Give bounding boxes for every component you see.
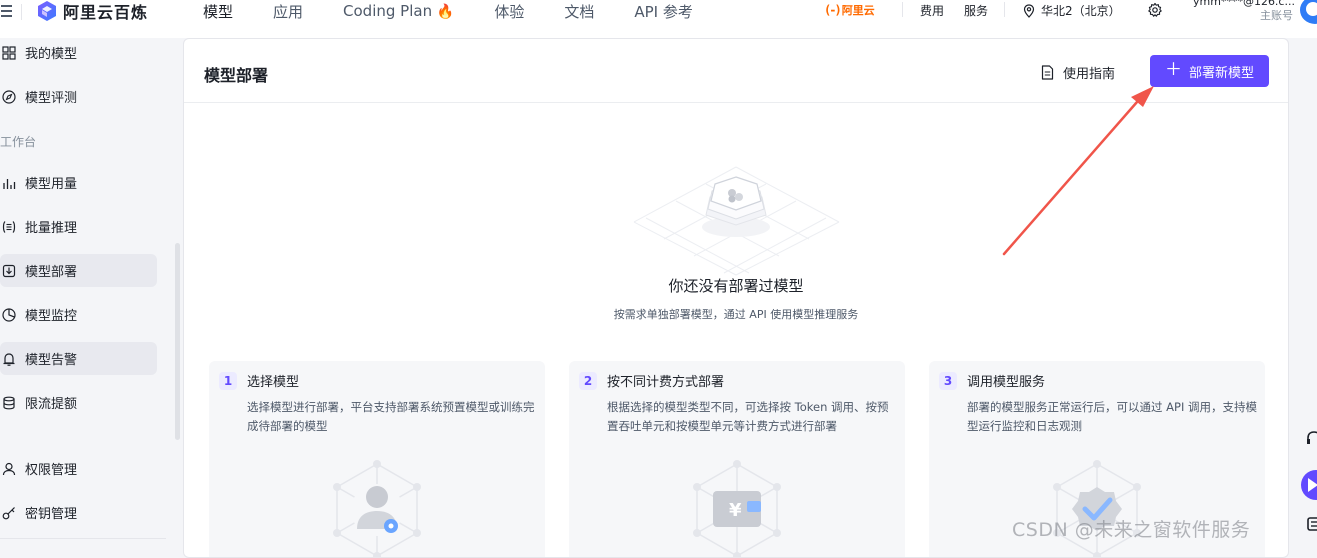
fire-icon: 🔥	[436, 4, 455, 20]
compass-icon	[2, 89, 16, 104]
avatar[interactable]	[1300, 0, 1317, 24]
deploy-card: 模型部署 使用指南 ＋ 部署新模型 你还没有部署过模型 按需求单独部署模型，通过…	[183, 38, 1289, 558]
step-description: 部署的模型服务正常运行后，可以通过 API 调用，支持模型运行监控和日志观测	[967, 400, 1258, 433]
step-header: 2 按不同计费方式部署	[579, 371, 724, 390]
step-number: 3	[939, 371, 957, 390]
sidebar-group-workbench: 工作台	[0, 135, 37, 149]
sidebar-item-key-management[interactable]: 密钥管理	[0, 496, 157, 529]
account-info[interactable]: ymm****@126.c... 主账号	[1193, 0, 1295, 23]
sidebar-item-label: 模型用量	[25, 177, 78, 192]
nav-tab-docs[interactable]: 文档	[564, 1, 594, 22]
sidebar-item-model-eval[interactable]: 模型评测	[0, 80, 157, 113]
sidebar-item-rate-limit[interactable]: 限流提额	[0, 386, 157, 419]
top-bar: 阿里云百炼 模型 应用 Coding Plan 🔥 体验 文档 API 参考 (…	[0, 0, 1317, 38]
guide-link[interactable]: 使用指南	[1041, 63, 1115, 82]
step-title: 按不同计费方式部署	[607, 375, 725, 390]
step-title: 调用模型服务	[967, 375, 1046, 390]
sidebar-item-label: 批量推理	[25, 221, 78, 236]
billing-illustration: ¥	[693, 460, 781, 557]
plus-icon: ＋	[1164, 60, 1182, 80]
step-header: 3 调用模型服务	[939, 371, 1045, 390]
sidebar-item-permissions[interactable]: 权限管理	[0, 452, 157, 485]
sidebar-item-label: 我的模型	[25, 47, 78, 62]
pie-chart-icon	[2, 307, 16, 322]
feedback-icon[interactable]	[1300, 516, 1317, 536]
deploy-box-icon	[2, 264, 16, 277]
sidebar-item-label: 模型部署	[25, 265, 78, 280]
sidebar-item-label: 限流提额	[25, 397, 78, 412]
key-icon	[2, 506, 15, 519]
bar-chart-icon	[3, 178, 16, 189]
step-header: 1 选择模型	[219, 371, 299, 390]
list-brackets-icon	[2, 220, 16, 233]
nav-tab-experience[interactable]: 体验	[494, 1, 524, 22]
nav-tab-model[interactable]: 模型	[203, 1, 233, 22]
step-number: 1	[219, 371, 237, 390]
step-title: 选择模型	[247, 375, 300, 390]
step-number: 2	[579, 371, 597, 390]
divider	[21, 4, 22, 20]
sidebar-item-my-models[interactable]: 我的模型	[0, 36, 157, 69]
step-card-1: 1 选择模型 选择模型进行部署，平台支持部署系统预置模型或训练完成待部署的模型	[209, 361, 545, 557]
deploy-new-model-label: 部署新模型	[1188, 65, 1254, 81]
select-model-illustration	[333, 460, 421, 557]
deploy-new-model-button[interactable]: ＋ 部署新模型	[1150, 55, 1269, 87]
nav-tab-coding-plan[interactable]: Coding Plan 🔥	[343, 2, 454, 20]
user-icon	[2, 462, 16, 475]
sidebar-item-batch-inference[interactable]: 批量推理	[0, 210, 157, 243]
aliyun-brand[interactable]: (-) 阿里云	[824, 2, 875, 18]
aliyun-logo-icon: (-)	[824, 3, 842, 17]
nav-tab-coding-plan-label: Coding Plan	[343, 2, 433, 20]
main-nav: 模型 应用 Coding Plan 🔥 体验 文档 API 参考	[203, 0, 733, 22]
database-icon	[3, 396, 15, 409]
divider	[902, 2, 903, 17]
region-label: 华北2（北京）	[1041, 4, 1121, 18]
guide-link-label: 使用指南	[1063, 67, 1116, 82]
nav-tab-api-reference[interactable]: API 参考	[634, 1, 693, 22]
divider	[0, 538, 166, 539]
empty-state-illustration	[633, 166, 840, 276]
gear-icon[interactable]	[1147, 2, 1163, 18]
sidebar-item-label: 模型监控	[25, 309, 78, 324]
logo-text: 阿里云百炼	[63, 3, 149, 22]
sidebar-item-label: 模型评测	[25, 91, 78, 106]
account-role: 主账号	[1260, 9, 1293, 22]
menu-icon[interactable]	[0, 0, 14, 22]
document-icon	[1041, 65, 1054, 80]
step-card-2: 2 按不同计费方式部署 根据选择的模型类型不同，可选择按 Token 调用、按预…	[569, 361, 905, 557]
sidebar-item-label: 权限管理	[25, 463, 78, 478]
svg-text:¥: ¥	[729, 500, 742, 521]
assistant-icon[interactable]	[1300, 470, 1317, 504]
empty-state-subtitle: 按需求单独部署模型，通过 API 使用模型推理服务	[613, 308, 859, 321]
step-description: 选择模型进行部署，平台支持部署系统预置模型或训练完成待部署的模型	[247, 400, 535, 433]
location-pin-icon	[1023, 3, 1035, 18]
fees-link[interactable]: 费用	[920, 2, 944, 19]
sidebar-item-label: 模型告警	[25, 353, 78, 368]
page-title: 模型部署	[204, 66, 269, 85]
card-header: 模型部署 使用指南 ＋ 部署新模型	[184, 39, 1288, 103]
sidebar-item-model-alert[interactable]: 模型告警	[0, 342, 157, 375]
divider	[1004, 2, 1005, 17]
grid-icon	[2, 45, 16, 60]
empty-state-title: 你还没有部署过模型	[668, 277, 804, 295]
logo[interactable]: 阿里云百炼	[36, 0, 148, 22]
aliyun-brand-text: 阿里云	[841, 4, 875, 17]
watermark: CSDN @未来之窗软件服务	[1012, 519, 1251, 541]
sidebar-item-usage[interactable]: 模型用量	[0, 166, 157, 199]
sidebar-scrollbar[interactable]	[175, 243, 180, 440]
nav-tab-app[interactable]: 应用	[273, 1, 303, 22]
headset-icon[interactable]	[1300, 430, 1317, 450]
account-name: ymm****@126.c...	[1193, 0, 1295, 8]
bell-icon	[3, 352, 15, 366]
sidebar-item-label: 密钥管理	[25, 507, 78, 522]
step-description: 根据选择的模型类型不同，可选择按 Token 调用、按预置吞吐单元和按模型单元等…	[607, 400, 889, 433]
sidebar: 我的模型 模型评测 工作台 模型用量 批量推理 模型部署 模型监控 模型告警 限…	[0, 36, 180, 551]
service-link[interactable]: 服务	[964, 2, 988, 19]
region-selector[interactable]: 华北2（北京）	[1023, 2, 1121, 19]
sidebar-item-model-monitor[interactable]: 模型监控	[0, 298, 157, 331]
sidebar-item-model-deploy[interactable]: 模型部署	[0, 254, 157, 287]
bailian-logo-icon	[38, 1, 56, 21]
